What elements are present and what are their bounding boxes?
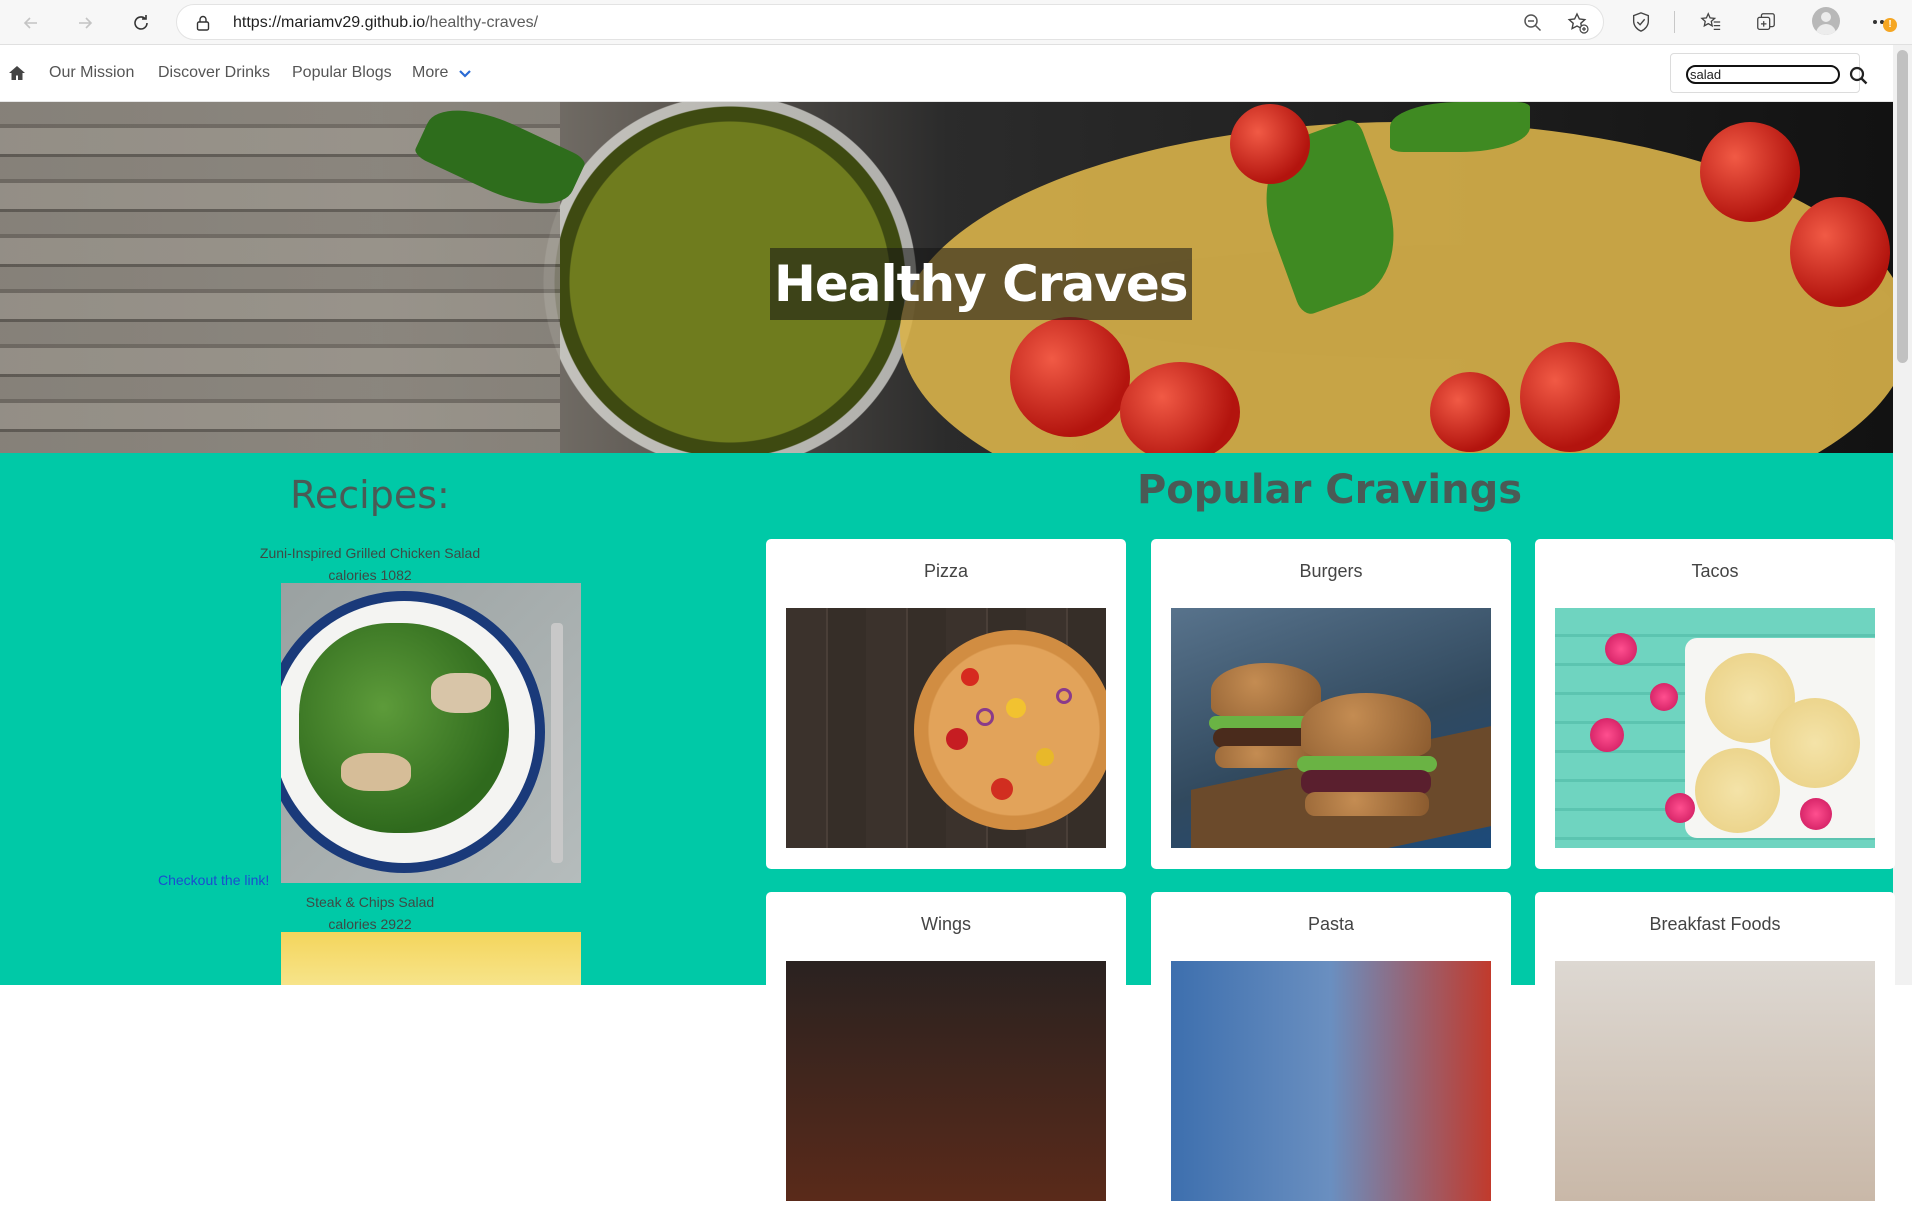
card-image-tacos[interactable] — [1555, 608, 1875, 848]
zoom-out-icon[interactable] — [1523, 13, 1543, 33]
chevron-down-icon[interactable] — [458, 69, 472, 79]
tomato-topping — [946, 728, 968, 750]
radish-slice — [1650, 683, 1678, 711]
refresh-icon — [134, 15, 148, 30]
search-input[interactable] — [1686, 65, 1840, 84]
hero-tomato — [1430, 372, 1510, 452]
home-icon[interactable] — [8, 65, 26, 81]
url-path: /healthy-craves/ — [425, 14, 539, 31]
scrollbar-thumb[interactable] — [1897, 50, 1908, 363]
forward-button[interactable] — [68, 6, 102, 40]
pizza — [914, 630, 1106, 830]
nav-link-our-mission[interactable]: Our Mission — [49, 64, 134, 82]
site-navbar: Our Mission Discover Drinks Popular Blog… — [0, 45, 1893, 102]
collections-icon[interactable] — [1753, 9, 1779, 35]
radish-slice — [1590, 718, 1624, 752]
craving-card-pizza[interactable]: Pizza — [766, 539, 1126, 869]
hero-basil-leaf — [1390, 102, 1530, 152]
pasta-photo — [1171, 961, 1491, 1201]
recipes-heading: Recipes: — [290, 473, 450, 517]
hero-tomato — [1520, 342, 1620, 452]
tomato-topping — [1006, 698, 1026, 718]
favorites-icon[interactable] — [1698, 9, 1724, 35]
address-bar[interactable]: https://mariamv29.github.io/healthy-crav… — [176, 4, 1604, 40]
lock-icon[interactable] — [194, 14, 212, 32]
card-image-breakfast-foods[interactable] — [1555, 961, 1875, 1201]
hero-banner: Healthy Craves — [0, 102, 1893, 453]
url-text[interactable]: https://mariamv29.github.io/healthy-crav… — [233, 14, 538, 32]
hero-tomato — [1120, 362, 1240, 453]
toolbar-divider — [1674, 11, 1675, 33]
hero-title: Healthy Craves — [770, 248, 1192, 320]
url-host: https://mariamv29.github.io — [233, 14, 426, 31]
tomato-topping — [1036, 748, 1054, 766]
search-container — [1670, 53, 1860, 93]
card-title: Wings — [920, 914, 971, 934]
fork — [551, 623, 563, 863]
onion-topping — [976, 708, 994, 726]
refresh-button[interactable] — [124, 6, 158, 40]
burger-bun — [1211, 663, 1321, 718]
burger-bun — [1305, 792, 1429, 816]
craving-card-tacos[interactable]: Tacos — [1535, 539, 1895, 869]
salad-greens — [299, 623, 509, 833]
radish-slice — [1605, 633, 1637, 665]
card-image-pizza[interactable] — [786, 608, 1106, 848]
grilled-chicken — [341, 753, 411, 791]
nav-link-popular-blogs[interactable]: Popular Blogs — [292, 64, 392, 82]
browser-toolbar: https://mariamv29.github.io/healthy-crav… — [0, 0, 1912, 45]
card-title: Pizza — [923, 561, 968, 581]
card-image-burgers[interactable] — [1171, 608, 1491, 848]
back-button[interactable] — [14, 6, 48, 40]
onion-topping — [1056, 688, 1072, 704]
recipe-link[interactable]: Checkout the link! — [158, 872, 269, 888]
recipe-image-steak-salad[interactable] — [281, 932, 581, 985]
search-icon[interactable] — [1848, 65, 1870, 87]
tortilla — [1770, 698, 1860, 788]
popular-cravings-heading: Popular Cravings — [1136, 467, 1523, 513]
profile-avatar[interactable] — [1812, 7, 1840, 35]
recipe-title: Steak & Chips Salad — [305, 894, 435, 910]
tomato-topping — [991, 778, 1013, 800]
card-title: Pasta — [1307, 914, 1355, 934]
nav-link-more[interactable]: More — [412, 64, 448, 82]
card-title: Breakfast Foods — [1649, 914, 1781, 934]
card-title: Tacos — [1691, 561, 1739, 581]
hero-tomato — [1230, 104, 1310, 184]
card-title: Burgers — [1299, 561, 1363, 581]
recipe-image-chicken-salad[interactable] — [281, 583, 581, 883]
craving-card-breakfast-foods[interactable]: Breakfast Foods — [1535, 892, 1895, 1222]
notification-badge: ! — [1883, 18, 1897, 32]
burger-bun — [1301, 693, 1431, 758]
main-content: Recipes: Zuni-Inspired Grilled Chicken S… — [0, 453, 1895, 1222]
craving-card-pasta[interactable]: Pasta — [1151, 892, 1511, 1222]
add-favorite-icon[interactable] — [1567, 12, 1589, 34]
tomato-topping — [961, 668, 979, 686]
hero-tomato — [1010, 317, 1130, 437]
craving-card-wings[interactable]: Wings — [766, 892, 1126, 1222]
nav-link-discover-drinks[interactable]: Discover Drinks — [158, 64, 270, 82]
arrow-left-icon — [23, 17, 37, 29]
hero-tomato — [1700, 122, 1800, 222]
craving-card-burgers[interactable]: Burgers — [1151, 539, 1511, 869]
arrow-right-icon — [79, 17, 93, 29]
burger-patty — [1301, 770, 1431, 794]
card-image-pasta[interactable] — [1171, 961, 1491, 1201]
breakfast-photo — [1555, 961, 1875, 1201]
radish-slice — [1665, 793, 1695, 823]
recipe-title: Zuni-Inspired Grilled Chicken Salad — [259, 545, 481, 561]
wings-photo — [786, 961, 1106, 1201]
card-image-wings[interactable] — [786, 961, 1106, 1201]
hero-tomato — [1790, 197, 1890, 307]
radish-slice — [1800, 798, 1832, 830]
grilled-chicken — [431, 673, 491, 713]
tortilla — [1695, 748, 1780, 833]
shield-icon[interactable] — [1628, 9, 1654, 35]
